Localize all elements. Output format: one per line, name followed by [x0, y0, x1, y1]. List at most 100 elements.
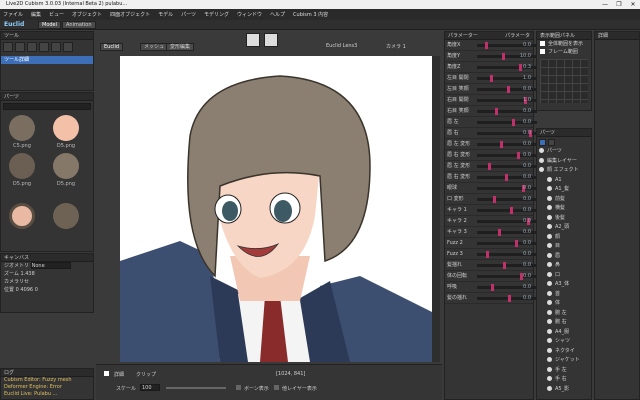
param-value[interactable]: 0.0 [523, 161, 531, 172]
param-value[interactable]: 1.0 [523, 73, 531, 84]
preview-option-1[interactable]: 全体範囲を表示 [537, 40, 591, 48]
param-row[interactable]: 左目 開閉 1.0 [445, 73, 537, 84]
thumb-face[interactable] [53, 115, 79, 141]
param-value[interactable]: 0.0 [523, 271, 531, 282]
position-x[interactable]: 0 [16, 287, 19, 293]
parts-sort-icon[interactable] [548, 139, 555, 146]
bone-checkbox[interactable] [236, 385, 241, 390]
zoom-value[interactable]: 1.438 [20, 271, 34, 277]
param-row[interactable]: 眉 右 変形 0.0 [445, 172, 537, 183]
param-row[interactable]: キャラ 2 0.0 [445, 216, 537, 227]
parts-tree-item[interactable]: 腕 右 [537, 318, 591, 328]
param-value[interactable]: 0.0 [523, 249, 531, 260]
close-button[interactable]: ✕ [626, 0, 640, 9]
menu-model[interactable]: モデル [158, 11, 173, 18]
thumb-head[interactable] [9, 203, 35, 229]
param-row[interactable]: 角度X 0.0 [445, 40, 537, 51]
param-row[interactable]: キャラ 1 0.0 [445, 205, 537, 216]
param-row[interactable]: 角度Z 0.3 [445, 62, 537, 73]
param-row[interactable]: 右目 開閉 1.0 [445, 95, 537, 106]
minimize-button[interactable]: — [598, 0, 612, 9]
mode-animation-tab[interactable]: Animation [62, 21, 96, 29]
param-row[interactable]: Fuzz 2 0.0 [445, 238, 537, 249]
param-row[interactable]: 角度Y 10.0 [445, 51, 537, 62]
deform-tab[interactable]: 変形編集 [166, 43, 195, 51]
parts-tree-item[interactable]: ネクタイ [537, 347, 591, 357]
menu-window[interactable]: ウィンドウ [237, 11, 262, 18]
scale-input[interactable]: 100 [140, 384, 160, 391]
preview-grid[interactable] [540, 59, 588, 103]
param-value[interactable]: 10.0 [520, 51, 531, 62]
scale-slider[interactable] [166, 387, 226, 389]
param-value[interactable]: 0.0 [523, 84, 531, 95]
parts-filter-input[interactable] [3, 103, 91, 110]
parts-tree-item[interactable]: 顔 [537, 233, 591, 243]
parts-tree-item[interactable]: A1 [537, 176, 591, 186]
parts-tree-item[interactable]: A4_服 [537, 328, 591, 338]
parts-tree-item[interactable]: 腕 左 [537, 309, 591, 319]
menu-file[interactable]: ファイル [3, 11, 23, 18]
parts-tree-item[interactable]: 体 [537, 299, 591, 309]
param-keyform-marker[interactable] [502, 53, 505, 60]
mesh-tool-icon[interactable] [39, 42, 49, 52]
param-row[interactable]: 眉 左 0.0 [445, 117, 537, 128]
thumb-hair-front[interactable] [53, 153, 79, 179]
parts-tree-item[interactable]: 眉 [537, 252, 591, 262]
position-y[interactable]: 0 [35, 287, 38, 293]
visibility-eye-icon[interactable] [547, 271, 552, 277]
visibility-eye-icon[interactable] [547, 176, 552, 182]
param-value[interactable]: 0.0 [523, 282, 531, 293]
hand-tool-icon[interactable] [51, 42, 61, 52]
param-value[interactable]: 0.0 [523, 227, 531, 238]
param-keyform-marker[interactable] [490, 75, 493, 82]
parts-tree-item[interactable]: A5_影 [537, 385, 591, 395]
parts-tree-item[interactable]: ジャケット [537, 356, 591, 366]
param-keyform-marker[interactable] [510, 207, 513, 214]
param-value[interactable]: 0.0 [523, 216, 531, 227]
param-keyform-marker[interactable] [485, 42, 488, 49]
parts-tree-item[interactable]: 編集レイヤー [537, 157, 591, 167]
parts-tree-item[interactable]: 首 [537, 290, 591, 300]
visibility-eye-icon[interactable] [547, 262, 552, 267]
canvas-row-camera[interactable]: カメラリセ [1, 278, 93, 286]
menu-modeling[interactable]: モデリング [204, 11, 229, 18]
view-mode-button[interactable]: Euclid [100, 43, 124, 51]
param-keyform-marker[interactable] [486, 251, 489, 258]
visibility-eye-icon[interactable] [547, 376, 552, 381]
param-keyform-marker[interactable] [517, 152, 520, 159]
visibility-eye-icon[interactable] [547, 338, 552, 343]
visibility-eye-icon[interactable] [547, 347, 552, 353]
parts-tree-item[interactable]: 手 左 [537, 366, 591, 376]
parts-tree-item[interactable]: パーツ [537, 147, 591, 157]
param-value[interactable]: 0.0 [523, 139, 531, 150]
param-value[interactable]: 0.0 [523, 128, 531, 139]
mode-model-tab[interactable]: Model [38, 21, 62, 29]
geometry-select[interactable]: None [30, 262, 71, 269]
param-row[interactable]: 呼吸 0.0 [445, 282, 537, 293]
menu-object[interactable]: オブジェクト [72, 11, 102, 18]
param-keyform-marker[interactable] [505, 174, 508, 181]
param-value[interactable]: 0.0 [523, 260, 531, 271]
thumb-hair-back[interactable] [9, 115, 35, 141]
menu-view[interactable]: ビュー [49, 11, 64, 18]
visibility-eye-icon[interactable] [547, 385, 552, 391]
visibility-eye-icon[interactable] [547, 224, 552, 229]
visibility-eye-icon[interactable] [547, 252, 552, 258]
param-keyform-marker[interactable] [519, 64, 522, 71]
param-value[interactable]: 0.0 [523, 172, 531, 183]
param-value[interactable]: 1.0 [523, 95, 531, 106]
visibility-eye-icon[interactable] [547, 233, 552, 239]
visibility-eye-icon[interactable] [539, 157, 544, 163]
param-value[interactable]: 0.3 [523, 62, 531, 73]
param-value[interactable]: 0.0 [523, 117, 531, 128]
menu-quad-object[interactable]: 四面オブジェクト [110, 11, 150, 18]
reset-view-icon[interactable] [264, 33, 278, 47]
param-row[interactable]: 左目 笑顔 0.0 [445, 84, 537, 95]
param-row[interactable]: 口 変形 0.0 [445, 194, 537, 205]
param-keyform-marker[interactable] [495, 108, 498, 115]
param-row[interactable]: 眼球 0.0 [445, 183, 537, 194]
visibility-eye-icon[interactable] [547, 300, 552, 305]
param-keyform-marker[interactable] [491, 284, 494, 291]
preview-check-2[interactable] [540, 49, 545, 54]
parts-tree-item[interactable]: 目 [537, 242, 591, 252]
